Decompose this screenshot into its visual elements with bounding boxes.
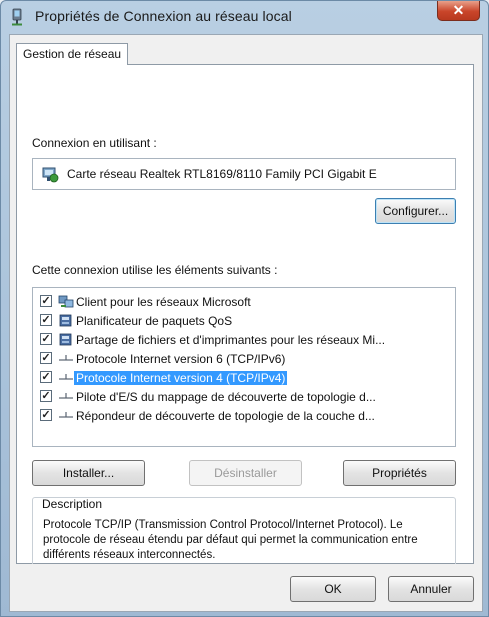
item-checkbox[interactable]: ✓ [40, 314, 52, 326]
item-label: Planificateur de paquets QoS [76, 314, 233, 328]
item-checkbox[interactable]: ✓ [40, 352, 52, 364]
install-button[interactable]: Installer... [32, 460, 145, 486]
title-bar[interactable]: Propriétés de Connexion au réseau local … [1, 1, 488, 33]
window-title: Propriétés de Connexion au réseau local [35, 8, 292, 24]
list-item[interactable]: ✓ Partage de fichiers et d'imprimantes p… [33, 330, 455, 350]
description-legend: Description [39, 498, 106, 511]
item-label: Pilote d'E/S du mappage de découverte de… [76, 390, 376, 404]
description-text: Protocole TCP/IP (Transmission Control P… [43, 519, 418, 561]
connect-using-label: Connexion en utilisant : [32, 136, 157, 150]
item-checkbox[interactable]: ✓ [40, 409, 52, 421]
network-adapter-icon [42, 167, 59, 183]
list-item[interactable]: ✓ Protocole Internet version 6 (TCP/IPv6… [33, 349, 455, 369]
item-label: Protocole Internet version 4 (TCP/IPv4) [74, 371, 288, 385]
list-item[interactable]: ✓ Client pour les réseaux Microsoft [33, 292, 455, 312]
adapter-name: Carte réseau Realtek RTL8169/8110 Family… [67, 167, 377, 181]
items-label: Cette connexion utilise les éléments sui… [32, 263, 278, 277]
tab-gestion-de-reseau[interactable]: Gestion de réseau [16, 43, 128, 65]
properties-button[interactable]: Propriétés [343, 460, 456, 486]
item-label: Protocole Internet version 6 (TCP/IPv6) [76, 352, 286, 366]
close-button[interactable]: ✕ [437, 1, 480, 21]
network-connection-icon [12, 8, 22, 26]
protocol-icon [59, 393, 73, 399]
item-checkbox[interactable]: ✓ [40, 371, 52, 383]
components-list[interactable]: ✓ Client pour les réseaux Microsoft ✓ Pl… [32, 287, 456, 447]
item-checkbox[interactable]: ✓ [40, 295, 52, 307]
list-item[interactable]: ✓ Pilote d'E/S du mappage de découverte … [33, 387, 455, 407]
item-checkbox[interactable]: ✓ [40, 333, 52, 345]
protocol-icon [59, 412, 73, 418]
protocol-icon [59, 374, 73, 380]
list-item-selected[interactable]: ✓ Protocole Internet version 4 (TCP/IPv4… [33, 368, 455, 388]
list-item[interactable]: ✓ Répondeur de découverte de topologie d… [33, 406, 455, 426]
protocol-icon [59, 355, 73, 361]
adapter-field: Carte réseau Realtek RTL8169/8110 Family… [32, 158, 456, 190]
item-label: Client pour les réseaux Microsoft [76, 295, 251, 309]
dialog-footer: OK Annuler [10, 564, 482, 611]
properties-dialog: Propriétés de Connexion au réseau local … [0, 0, 489, 617]
item-label: Partage de fichiers et d'imprimantes pou… [76, 333, 386, 347]
service-icon [59, 333, 72, 346]
network-client-icon [58, 295, 74, 308]
service-icon [59, 314, 72, 327]
list-item[interactable]: ✓ Planificateur de paquets QoS [33, 311, 455, 331]
item-label: Répondeur de découverte de topologie de … [76, 409, 375, 423]
tab-panel: Connexion en utilisant : Carte réseau Re… [16, 64, 474, 584]
configure-button[interactable]: Configurer... [375, 198, 456, 224]
ok-button[interactable]: OK [290, 576, 376, 602]
uninstall-button[interactable]: Désinstaller [189, 460, 302, 486]
item-checkbox[interactable]: ✓ [40, 390, 52, 402]
cancel-button[interactable]: Annuler [388, 576, 474, 602]
dialog-client-area: Gestion de réseau Connexion en utilisant… [9, 34, 483, 612]
